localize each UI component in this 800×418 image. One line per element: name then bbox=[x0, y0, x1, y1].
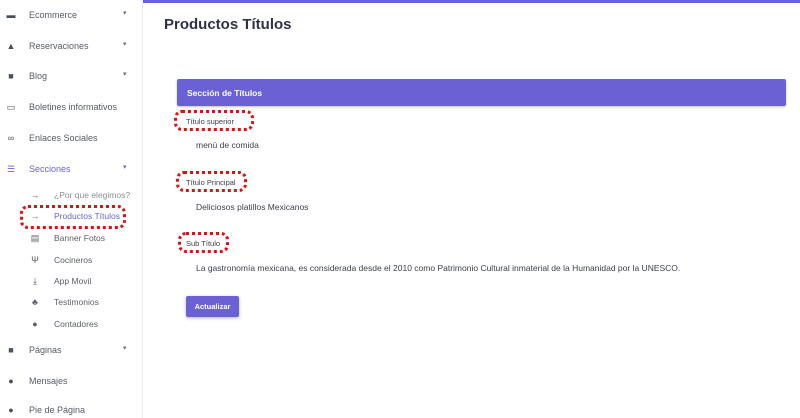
bell-icon: ▲ bbox=[6, 41, 16, 51]
sidebar-subitem-label: App Movil bbox=[54, 276, 92, 286]
arrow-right-icon: → bbox=[30, 211, 40, 221]
sidebar: ▬ Ecommerce ▾ ▲ Reservaciones ▾ ■ Blog ▾… bbox=[0, 0, 143, 418]
utensils-icon: Ψ bbox=[31, 255, 39, 265]
sidebar-subitem-label: Cocineros bbox=[54, 255, 93, 265]
chevron-down-icon: ▾ bbox=[123, 164, 127, 171]
users-icon: ♣ bbox=[32, 297, 38, 307]
sidebar-item-label: Pie de Página bbox=[29, 405, 86, 415]
sidebar-item-enlaces-sociales[interactable]: ∞ Enlaces Sociales bbox=[0, 127, 143, 151]
newsletter-icon: ▭ bbox=[6, 102, 16, 112]
sidebar-item-label: Páginas bbox=[29, 345, 62, 355]
bars-icon: ☰ bbox=[6, 164, 16, 174]
sidebar-item-pie-de-pagina[interactable]: ● Pie de Página bbox=[0, 399, 143, 418]
sidebar-subitem-label: ¿Por que elegimos? bbox=[54, 190, 131, 200]
chat-icon: ● bbox=[8, 376, 14, 386]
sidebar-subitem-por-que-elegimos[interactable]: → ¿Por que elegimos? bbox=[0, 185, 143, 205]
field-label-titulo-principal: Título Principal bbox=[186, 178, 236, 187]
sidebar-item-label: Ecommerce bbox=[29, 10, 78, 20]
sidebar-item-reservaciones[interactable]: ▲ Reservaciones ▾ bbox=[0, 35, 143, 59]
download-icon: ⤓ bbox=[33, 276, 37, 286]
sidebar-item-ecommerce[interactable]: ▬ Ecommerce ▾ bbox=[0, 4, 143, 28]
file-icon: ■ bbox=[8, 345, 14, 355]
comments-icon: ● bbox=[32, 319, 38, 329]
sidebar-item-label: Secciones bbox=[29, 164, 71, 174]
info-icon: ● bbox=[8, 405, 14, 415]
chevron-down-icon: ▾ bbox=[123, 345, 127, 352]
arrow-right-icon: → bbox=[30, 190, 40, 200]
images-icon: ▤ bbox=[30, 233, 40, 243]
field-value-sub-titulo[interactable]: La gastronomía mexicana, es considerada … bbox=[196, 263, 680, 273]
page-title: Productos Títulos bbox=[164, 16, 292, 33]
update-button[interactable]: Actualizar bbox=[186, 296, 239, 317]
field-label-sub-titulo: Sub Título bbox=[186, 239, 221, 248]
top-accent-bar bbox=[143, 0, 800, 3]
link-icon: ∞ bbox=[7, 133, 15, 143]
chevron-down-icon: ▾ bbox=[123, 41, 127, 48]
sidebar-item-label: Boletines informativos bbox=[29, 102, 118, 112]
sidebar-item-label: Enlaces Sociales bbox=[29, 133, 98, 143]
field-value-titulo-superior[interactable]: menú de comida bbox=[196, 140, 259, 150]
sidebar-subitem-testimonios[interactable]: ♣ Testimonios bbox=[0, 292, 143, 312]
card-header: Sección de Títulos bbox=[177, 79, 786, 106]
sidebar-subitem-productos-titulos[interactable]: → Productos Títulos bbox=[0, 206, 143, 226]
blog-icon: ■ bbox=[8, 71, 14, 81]
sidebar-item-blog[interactable]: ■ Blog ▾ bbox=[0, 65, 143, 89]
sidebar-item-label: Blog bbox=[29, 71, 48, 81]
sidebar-subitem-app-movil[interactable]: ⤓ App Movil bbox=[0, 271, 143, 291]
sidebar-subitem-label: Contadores bbox=[54, 319, 98, 329]
sidebar-subitem-contadores[interactable]: ● Contadores bbox=[0, 314, 143, 334]
field-label-titulo-superior: Título superior bbox=[186, 117, 234, 126]
sidebar-item-paginas[interactable]: ■ Páginas ▾ bbox=[0, 339, 143, 363]
field-value-titulo-principal[interactable]: Deliciosos platillos Mexicanos bbox=[196, 202, 308, 212]
sidebar-subitem-banner-fotos[interactable]: ▤ Banner Fotos bbox=[0, 228, 143, 248]
store-icon: ▬ bbox=[6, 10, 16, 20]
sidebar-subitem-cocineros[interactable]: Ψ Cocineros bbox=[0, 250, 143, 270]
sidebar-subitem-label: Banner Fotos bbox=[54, 233, 106, 243]
sidebar-item-label: Mensajes bbox=[29, 376, 68, 386]
sidebar-item-label: Reservaciones bbox=[29, 41, 89, 51]
chevron-down-icon: ▾ bbox=[123, 71, 127, 78]
card-title: Sección de Títulos bbox=[187, 88, 263, 98]
chevron-down-icon: ▾ bbox=[123, 10, 127, 17]
sidebar-item-boletines[interactable]: ▭ Boletines informativos bbox=[0, 96, 143, 120]
sidebar-subitem-label: Testimonios bbox=[54, 297, 99, 307]
sidebar-item-mensajes[interactable]: ● Mensajes bbox=[0, 370, 143, 394]
sidebar-subitem-label: Productos Títulos bbox=[54, 211, 120, 221]
sidebar-item-secciones[interactable]: ☰ Secciones ▾ bbox=[0, 158, 143, 182]
